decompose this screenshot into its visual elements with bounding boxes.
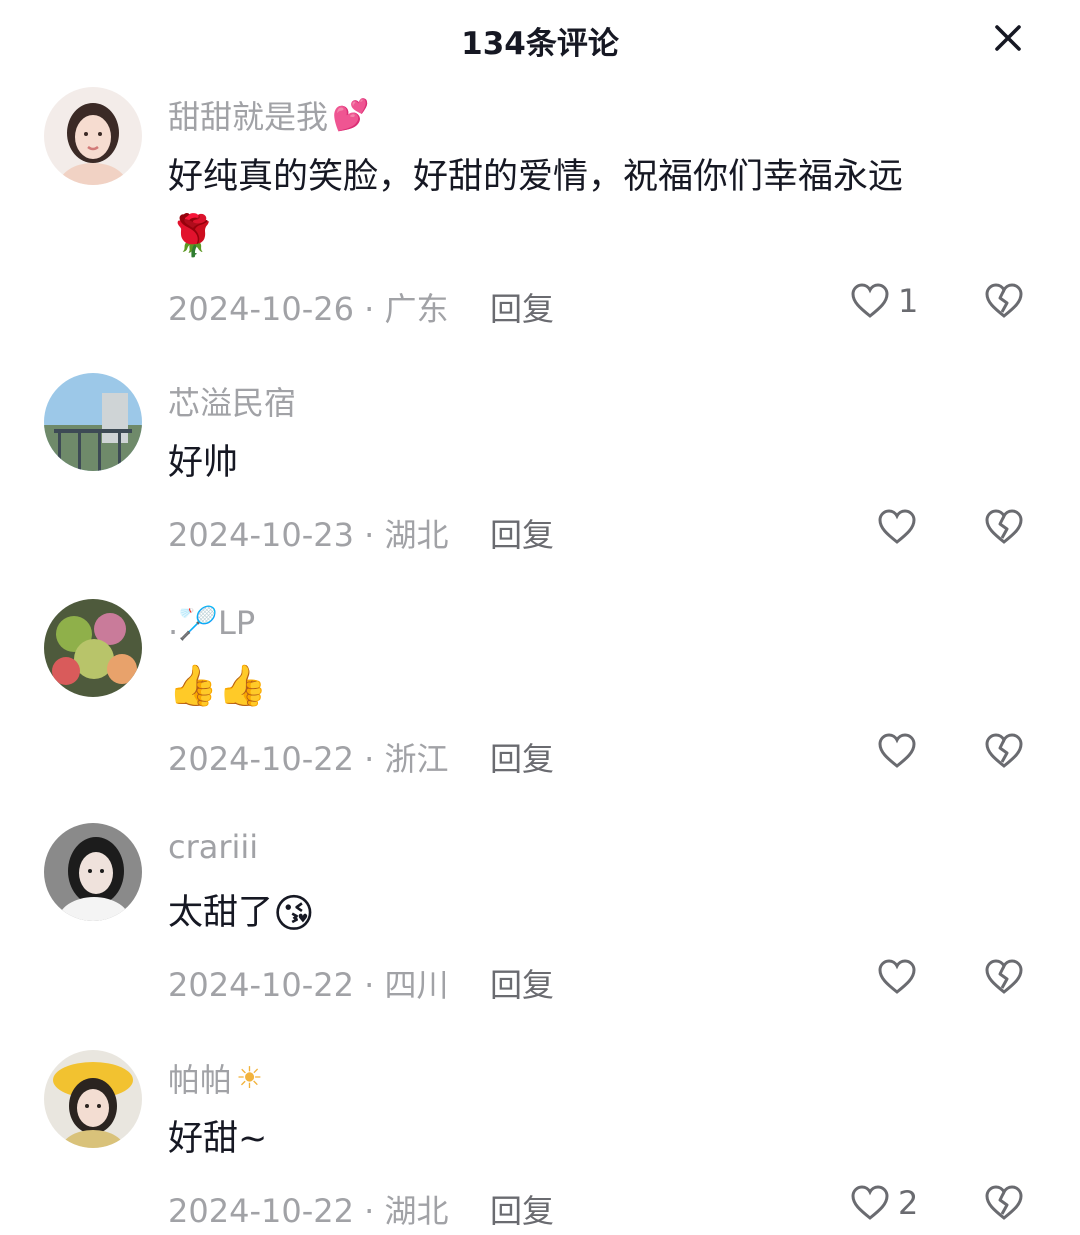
comment-username[interactable]: 帕帕 ☀: [168, 1055, 263, 1101]
comment-date-location: 2024-10-23 · 湖北: [168, 516, 449, 554]
like-button[interactable]: [877, 508, 917, 546]
reply-button[interactable]: 回复: [490, 1186, 554, 1232]
comments-header: 134条评论: [0, 0, 1080, 86]
close-button[interactable]: [986, 16, 1030, 60]
comment-username[interactable]: 芯溢民宿: [168, 378, 296, 424]
dislike-button[interactable]: [984, 732, 1024, 774]
like-button[interactable]: [877, 732, 917, 770]
broken-heart-icon: [985, 959, 1023, 994]
comment-text: 好甜~: [168, 1119, 268, 1159]
like-button[interactable]: 2: [850, 1184, 918, 1222]
broken-heart-icon: [985, 509, 1023, 544]
dislike-button[interactable]: [984, 958, 1024, 1000]
broken-heart-icon: [985, 1185, 1023, 1220]
comment-username[interactable]: .🏸LP: [168, 604, 255, 642]
heart-outline-icon: [851, 1185, 889, 1220]
close-icon: [995, 25, 1021, 51]
avatar[interactable]: [44, 87, 142, 185]
comment-username[interactable]: crariii: [168, 828, 258, 866]
comment-date-location: 2024-10-22 · 浙江: [168, 740, 449, 778]
dislike-button[interactable]: [984, 1184, 1024, 1226]
dislike-button[interactable]: [984, 508, 1024, 550]
comment-text: 好纯真的笑脸，好甜的爱情，祝福你们幸福永远 🌹: [168, 157, 904, 259]
reply-button[interactable]: 回复: [490, 284, 554, 330]
dislike-button[interactable]: [984, 282, 1024, 324]
heart-outline-icon: [878, 959, 916, 994]
comment-text: 太甜了😘: [168, 891, 315, 937]
comment-date-location: 2024-10-22 · 湖北: [168, 1192, 449, 1230]
reply-button[interactable]: 回复: [490, 734, 554, 780]
like-button[interactable]: [877, 958, 917, 996]
heart-outline-icon: [851, 283, 889, 318]
heart-outline-icon: [878, 509, 916, 544]
like-count: 2: [898, 1184, 919, 1222]
broken-heart-icon: [985, 283, 1023, 318]
avatar[interactable]: [44, 373, 142, 471]
avatar[interactable]: [44, 823, 142, 921]
reply-button[interactable]: 回复: [490, 510, 554, 556]
avatar[interactable]: [44, 599, 142, 697]
comment-text: 👍👍: [168, 663, 268, 709]
comment-date-location: 2024-10-26 · 广东: [168, 290, 449, 328]
like-count: 1: [898, 282, 919, 320]
avatar[interactable]: [44, 1050, 142, 1148]
comment-username[interactable]: 甜甜就是我 💕: [168, 92, 369, 138]
heart-outline-icon: [878, 733, 916, 768]
comment-count-title: 134条评论: [461, 26, 619, 62]
like-button[interactable]: 1: [850, 282, 918, 320]
comment-text: 好帅: [168, 443, 239, 483]
reply-button[interactable]: 回复: [490, 960, 554, 1006]
broken-heart-icon: [985, 733, 1023, 768]
comment-date-location: 2024-10-22 · 四川: [168, 966, 449, 1004]
